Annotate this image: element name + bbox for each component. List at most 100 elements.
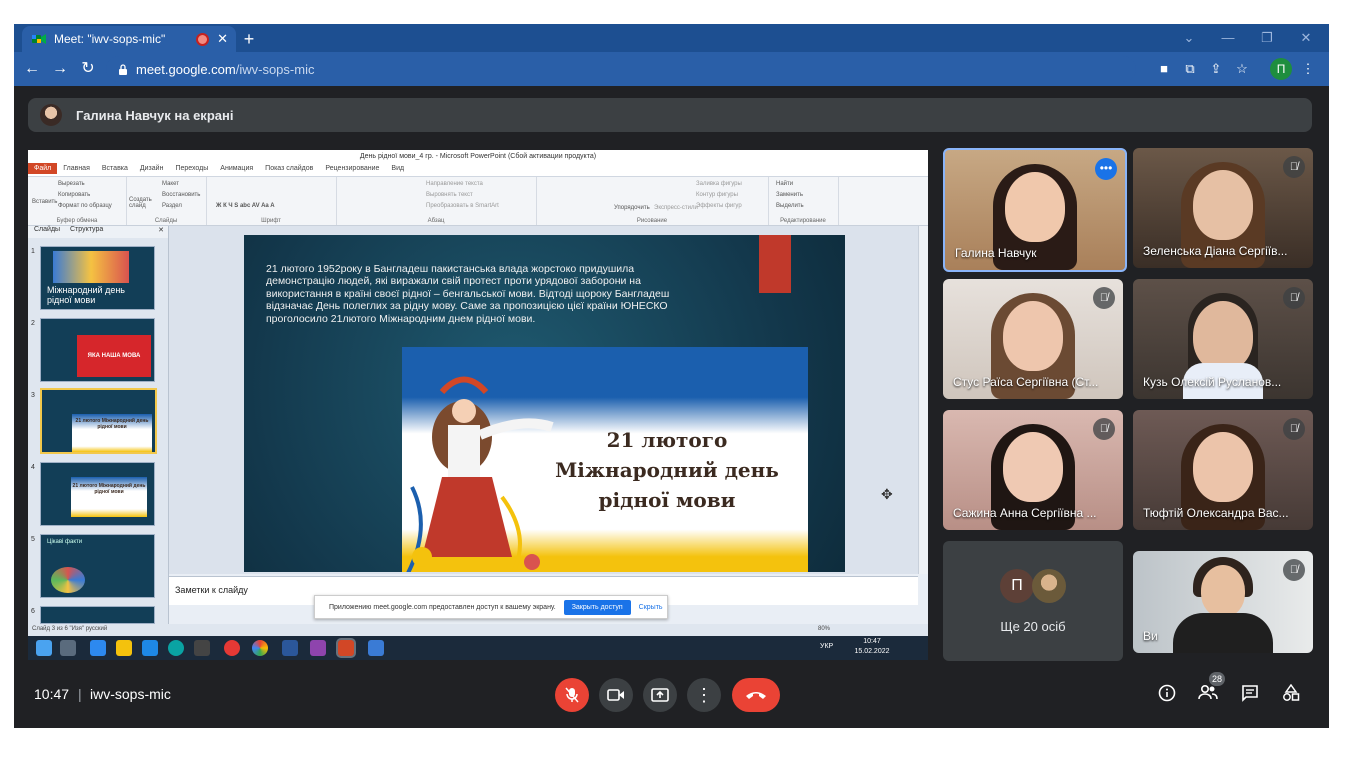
activities-button[interactable] <box>1279 683 1303 708</box>
translate-icon[interactable]: ⧉ <box>1178 57 1202 81</box>
ppt-tab-review[interactable]: Рецензирование <box>319 163 385 174</box>
opera-icon[interactable] <box>224 640 240 656</box>
tab-outline[interactable]: Структура <box>70 226 103 233</box>
windows-start-icon[interactable] <box>36 640 52 656</box>
ppt-tab-animation[interactable]: Анимация <box>214 163 259 174</box>
select-button[interactable]: Выделить <box>776 203 804 209</box>
back-arrow-icon[interactable]: ← <box>20 57 44 81</box>
participant-tile[interactable]: ••• Галина Навчук <box>943 148 1127 272</box>
more-options-button[interactable]: ⋮ <box>687 678 721 712</box>
shape-fill-button[interactable]: Заливка фигуры <box>696 181 742 187</box>
lock-icon <box>119 63 127 75</box>
thumb-text: ЯКА НАША МОВА <box>77 335 151 377</box>
ppt-tab-home[interactable]: Главная <box>57 163 96 174</box>
browser-tab[interactable]: Meet: "iwv-sops-mic" ✕ <box>22 26 236 52</box>
copy-button[interactable]: Копировать <box>58 192 90 198</box>
url-path: /iwv-sops-mic <box>235 61 315 77</box>
quick-styles-button[interactable]: Экспресс-стили <box>654 205 698 211</box>
ppt-tab-transitions[interactable]: Переходы <box>169 163 214 174</box>
ppt-tab-view[interactable]: Вид <box>385 163 410 174</box>
hide-link[interactable]: Скрыть <box>639 604 663 611</box>
ribbon-group-editing: Найти Заменить Выделить Редактирование <box>768 177 839 225</box>
replace-button[interactable]: Заменить <box>776 192 803 198</box>
more-options-icon[interactable]: ••• <box>1095 158 1117 180</box>
participant-tile[interactable]: 🎙̸ Кузь Олексій Русланов... <box>1133 279 1313 399</box>
mail-icon[interactable] <box>142 640 158 656</box>
participant-avatar <box>1032 569 1066 603</box>
share-icon[interactable]: ⇪ <box>1204 57 1228 81</box>
thumb-number: 1 <box>31 248 35 255</box>
arrange-button[interactable]: Упорядочить <box>614 205 650 211</box>
profile-avatar[interactable]: П <box>1270 58 1292 80</box>
edge-icon[interactable] <box>168 640 184 656</box>
shape-outline-button[interactable]: Контур фигуры <box>696 192 738 198</box>
format-painter-button[interactable]: Формат по образцу <box>58 203 112 209</box>
tab-close-button[interactable]: ✕ <box>217 31 228 47</box>
explorer-icon[interactable] <box>116 640 132 656</box>
self-view-tile[interactable]: 🎙̸ Ви <box>1133 551 1313 653</box>
viber-icon[interactable] <box>310 640 326 656</box>
mic-off-icon: 🎙̸ <box>1283 287 1305 309</box>
store-icon[interactable] <box>194 640 210 656</box>
slide-thumbnail[interactable]: ЯКА НАША МОВА <box>40 318 155 382</box>
new-slide-button[interactable]: Создать слайд <box>129 197 153 209</box>
new-tab-button[interactable]: + <box>238 28 260 50</box>
slide-thumbnail[interactable] <box>40 606 155 624</box>
slide-scrollbar[interactable] <box>918 226 928 574</box>
menu-kebab-icon[interactable]: ⋮ <box>1296 57 1320 81</box>
address-bar[interactable]: meet.google.com/iwv-sops-mic <box>106 56 1136 82</box>
word-icon[interactable] <box>282 640 298 656</box>
forward-arrow-icon[interactable]: → <box>48 57 72 81</box>
layout-button[interactable]: Макет <box>162 181 179 187</box>
participant-tile[interactable]: 🎙̸ Зеленська Діана Сергіїв... <box>1133 148 1313 268</box>
reload-icon[interactable]: ↻ <box>76 57 100 81</box>
slide-thumbnail[interactable]: 21 лютого Міжнародний день рідної мови <box>40 462 155 526</box>
meet-favicon-icon <box>32 34 46 44</box>
tab-search-button[interactable]: ⌄ <box>1175 28 1203 48</box>
leave-call-button[interactable] <box>732 678 780 712</box>
more-participants-tile[interactable]: П Ще 20 осіб <box>943 541 1123 661</box>
stop-sharing-button[interactable]: Закрыть доступ <box>563 599 631 615</box>
find-button[interactable]: Найти <box>776 181 793 187</box>
paste-button[interactable]: Вставить <box>32 199 57 205</box>
powerpoint-icon[interactable] <box>336 638 356 658</box>
ppt-tab-insert[interactable]: Вставка <box>96 163 134 174</box>
app-icon[interactable] <box>368 640 384 656</box>
tab-slides[interactable]: Слайды <box>34 226 60 233</box>
maximize-button[interactable]: ❐ <box>1253 28 1281 48</box>
smartart-button[interactable]: Преобразовать в SmartArt <box>426 203 499 209</box>
shape-effects-button[interactable]: Эффекты фигур <box>696 203 742 209</box>
slide-thumbnail-selected[interactable]: 21 лютого Міжнародний день рідної мови <box>40 388 157 454</box>
participant-tile[interactable]: 🎙̸ Тюфтій Олександра Вас... <box>1133 410 1313 530</box>
close-pane-icon[interactable]: ✕ <box>158 226 164 234</box>
text-direction-button[interactable]: Направление текста <box>426 181 483 187</box>
slide-thumbnail[interactable]: Цікаві факти <box>40 534 155 598</box>
present-button[interactable] <box>643 678 677 712</box>
font-bold-button[interactable]: Ж К Ч S abc AV Aa A <box>216 203 275 209</box>
mic-off-button[interactable] <box>555 678 589 712</box>
camera-button[interactable] <box>599 678 633 712</box>
slide-thumbnail[interactable]: Міжнародний день рідної мови <box>40 246 155 310</box>
align-text-button[interactable]: Выровнять текст <box>426 192 473 198</box>
close-window-button[interactable]: ✕ <box>1292 28 1320 48</box>
people-button[interactable] <box>1196 684 1220 708</box>
meeting-details-button[interactable] <box>1155 684 1179 708</box>
chrome-icon[interactable] <box>252 640 268 656</box>
participant-tile[interactable]: 🎙̸ Стус Раїса Сергіївна (Ст... <box>943 279 1123 399</box>
ppt-tab-slideshow[interactable]: Показ слайдов <box>259 163 319 174</box>
app-icon[interactable] <box>90 640 106 656</box>
thumb-number: 3 <box>31 392 35 399</box>
ppt-tab-design[interactable]: Дизайн <box>134 163 170 174</box>
activities-shapes-icon <box>1283 683 1300 701</box>
share-notice-text: Приложению meet.google.com предоставлен … <box>329 603 556 611</box>
minimize-button[interactable]: — <box>1214 28 1242 48</box>
chat-button[interactable] <box>1238 684 1262 708</box>
cut-button[interactable]: Вырезать <box>58 181 85 187</box>
section-button[interactable]: Раздел <box>162 203 182 209</box>
reset-button[interactable]: Восстановить <box>162 192 200 198</box>
ppt-tab-file[interactable]: Файл <box>28 163 58 174</box>
task-view-icon[interactable] <box>60 640 76 656</box>
camera-icon[interactable]: ■ <box>1152 57 1176 81</box>
bookmark-star-icon[interactable]: ☆ <box>1230 57 1254 81</box>
participant-tile[interactable]: 🎙̸ Сажина Анна Сергіївна ... <box>943 410 1123 530</box>
